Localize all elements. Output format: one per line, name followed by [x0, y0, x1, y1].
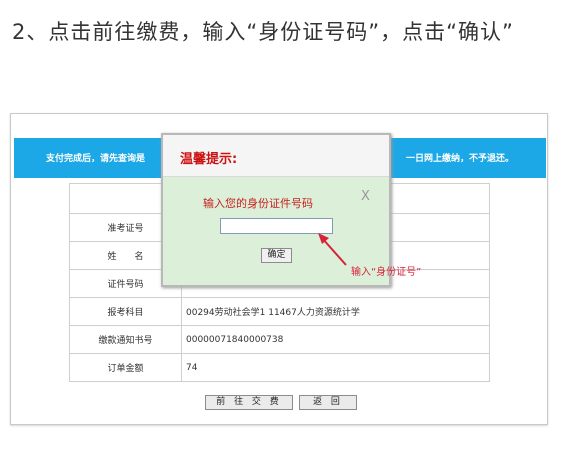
annotation-arrow-icon [318, 233, 347, 266]
payment-page-screenshot: 支付完成后，请先查询是 一日网上缴纳，不予退还。 准考证号 姓 名 证件号码 报… [10, 113, 548, 425]
annotation-label: 输入“身份证号” [351, 267, 422, 278]
instruction-heading: 2、点击前往缴费，输入“身份证号码”，点击“确认” [12, 20, 514, 44]
